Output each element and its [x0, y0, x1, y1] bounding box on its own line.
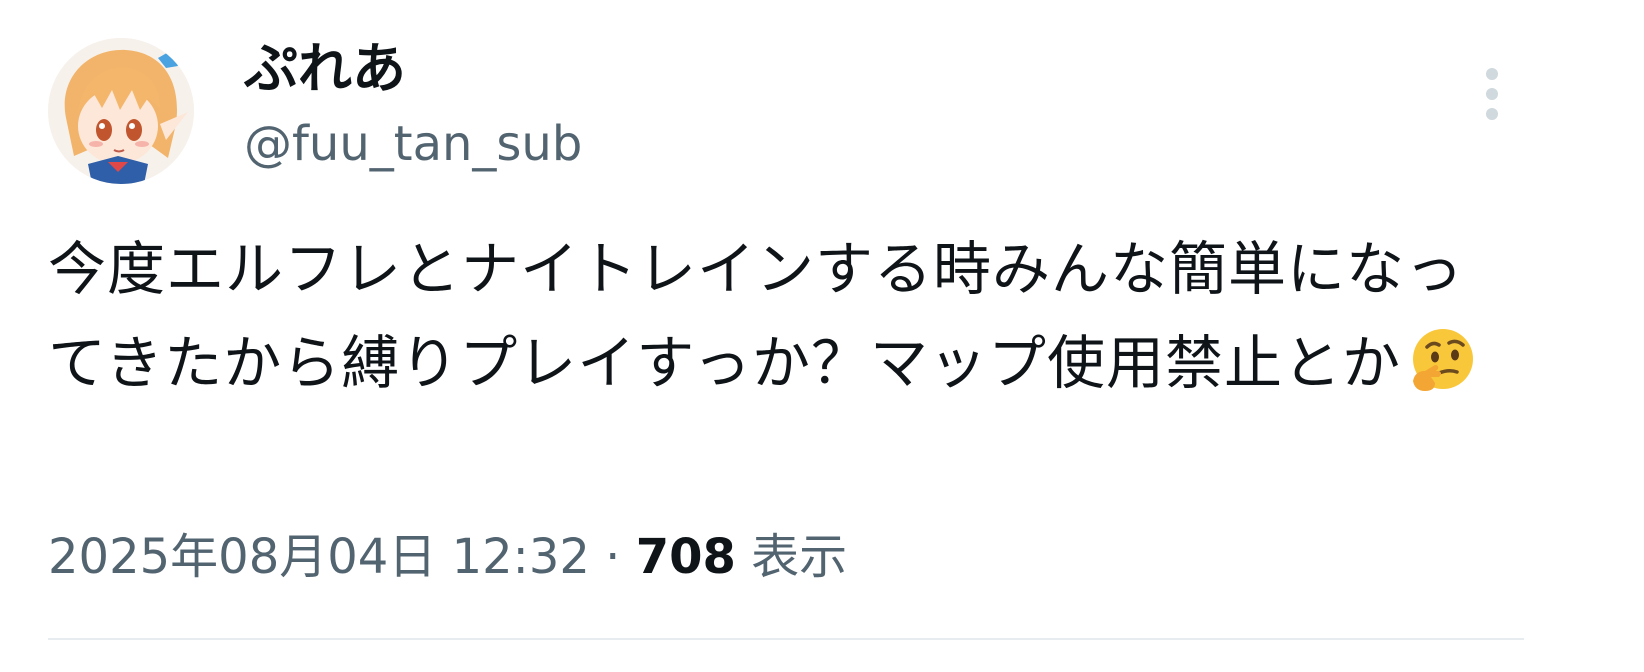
tweet-text: 今度エルフレとナイトレインする時みんな簡単になってきたから縛りプレイすっか？マッ… — [48, 222, 1508, 424]
avatar-image — [48, 38, 194, 184]
thinking-face-icon — [1405, 325, 1477, 424]
avatar[interactable] — [48, 38, 194, 184]
views-label: 表示 — [751, 529, 848, 585]
more-vertical-icon — [1486, 68, 1498, 120]
meta-separator: · — [605, 529, 621, 585]
timestamp[interactable]: 2025年08月04日 12:32 — [48, 529, 590, 585]
divider — [48, 638, 1524, 640]
tweet-meta: 2025年08月04日 12:32 · 708 表示 — [48, 522, 847, 592]
views-count: 708 — [635, 529, 736, 585]
tweet: ぷれあ @fuu_tan_sub 今度エルフレとナイトレインする時みんな簡単にな… — [0, 0, 1644, 672]
more-options-button[interactable] — [1474, 64, 1510, 124]
tweet-text-content: 今度エルフレとナイトレインする時みんな簡単になってきたから縛りプレイすっか？マッ… — [48, 235, 1465, 397]
user-handle[interactable]: @fuu_tan_sub — [244, 112, 582, 176]
display-name[interactable]: ぷれあ — [244, 36, 406, 102]
